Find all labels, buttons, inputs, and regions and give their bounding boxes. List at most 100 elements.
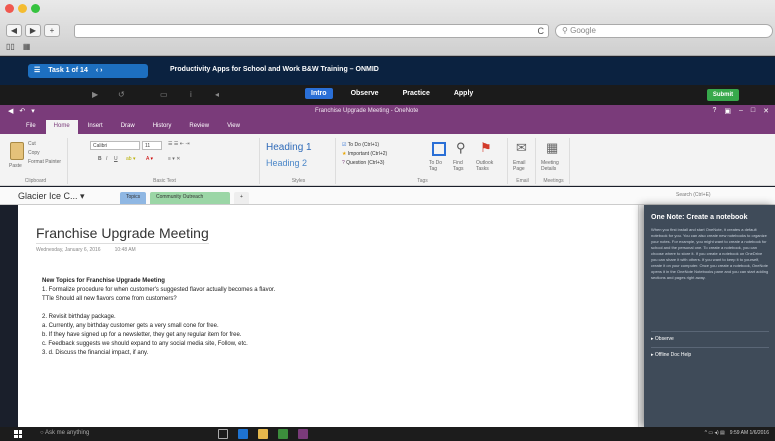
cut-button[interactable]: Cut [28,141,36,147]
grid-icon[interactable]: ▦ [23,42,31,51]
tag-important[interactable]: ★ Important (Ctrl+2) [342,151,387,157]
flag-icon[interactable]: ⚑ [480,140,494,155]
font-color-icon[interactable]: A ▾ [146,156,153,162]
italic-icon[interactable]: I [106,156,107,162]
note-line[interactable]: c. Feedback suggests we should expand to… [42,340,275,349]
notebook-dropdown[interactable]: Glacier Ice C... ▾ [18,191,85,202]
format-painter-button[interactable]: Format Painter [28,159,61,165]
sidebar-icon[interactable]: ▯▯ [6,42,15,51]
new-tab-button[interactable]: + [44,24,60,37]
highlight-icon[interactable]: ab ▾ [126,156,135,162]
search-icon: ⚲ [562,26,571,35]
minimize-window-button[interactable] [18,4,27,13]
list-icons[interactable]: ☰ ☰ ⇤ ⇥ [168,141,190,147]
tab-view[interactable]: View [219,120,248,134]
windows-start-icon[interactable] [14,430,22,438]
tab-insert[interactable]: Insert [80,120,111,134]
offline-help-link[interactable]: ▸ Offline Doc Help [651,352,691,358]
captions-icon[interactable]: ▭ [160,90,168,99]
zoom-window-button[interactable] [31,4,40,13]
instruction-title: One Note: Create a notebook [651,214,748,221]
cortana-search[interactable]: ○ Ask me anything [40,430,89,436]
maximize-icon[interactable]: □ [751,107,755,115]
volume-icon[interactable]: ◂ [215,90,219,99]
font-size-select[interactable]: 11 [142,141,162,150]
edge-icon[interactable] [238,429,248,439]
rewind-icon[interactable]: ↺ [118,90,125,99]
play-icon[interactable]: ▶ [92,90,98,99]
email-page-button[interactable]: Email Page [513,160,533,172]
outlook-tasks-button[interactable]: Outlook Tasks [476,160,502,172]
find-tags-button[interactable]: Find Tags [453,160,473,172]
meeting-details-button[interactable]: Meeting Details [541,160,569,172]
task-counter[interactable]: ☰ Task 1 of 14 ‹ › [28,64,148,78]
note-line[interactable]: a. Currently, any birthday customer gets… [42,322,275,331]
note-line[interactable]: TTle Should all new flavors come from cu… [42,295,275,304]
note-line[interactable]: b. If they have signed up for a newslett… [42,331,275,340]
forward-button[interactable]: ▶ [25,24,41,37]
copy-button[interactable]: Copy [28,150,40,156]
close-window-button[interactable] [5,4,14,13]
page-title[interactable]: Franchise Upgrade Meeting [36,225,209,244]
bold-icon[interactable]: B [98,156,102,162]
tag-important-label: Important (Ctrl+2) [347,151,388,157]
file-explorer-icon[interactable] [258,429,268,439]
restore-icon[interactable]: ▣ [724,107,731,115]
basic-text-group: Calibri 11 ☰ ☰ ⇤ ⇥ B I U ab ▾ A ▾ ≡ ▾ ✕ … [70,138,260,184]
tab-practice[interactable]: Practice [397,88,436,99]
submit-button[interactable]: Submit [707,89,739,101]
undo-icon[interactable]: ↶ [19,107,25,115]
observe-link[interactable]: ▸ Observe [651,336,674,342]
search-input[interactable]: ⚲ Google [555,24,773,38]
store-icon[interactable] [278,429,288,439]
tag-todo[interactable]: ☑ To Do (Ctrl+1) [342,142,379,148]
tab-home[interactable]: Home [45,120,78,134]
font-select[interactable]: Calibri [90,141,140,150]
address-bar[interactable]: C [74,24,549,38]
tab-apply[interactable]: Apply [448,88,479,99]
close-icon[interactable]: ✕ [763,107,769,115]
info-icon[interactable]: i [190,90,192,99]
email-icon[interactable]: ✉ [516,140,530,155]
back-button[interactable]: ◀ [6,24,22,37]
help-icon[interactable]: ? [712,107,716,115]
note-line[interactable]: 2. Revisit birthday package. [42,313,275,322]
paste-label[interactable]: Paste [9,163,22,169]
search-notes-input[interactable]: Search (Ctrl+E) [676,192,711,198]
section-tab-community[interactable]: Community Outreach [150,192,230,204]
heading2-style[interactable]: Heading 2 [266,158,307,168]
tab-file[interactable]: File [18,120,44,134]
tab-observe[interactable]: Observe [345,88,385,99]
back-icon[interactable]: ◀ [8,107,13,115]
clock[interactable]: 9:59 AM 1/6/2016 [730,430,769,436]
todo-tag-icon[interactable] [432,142,446,156]
note-line[interactable]: 1. Formalize procedure for when customer… [42,286,275,295]
find-tags-icon[interactable]: ⚲ [456,140,470,155]
tray-icons[interactable]: ^ ▭ ◂) ▤ [705,430,725,436]
task-view-icon[interactable] [218,429,228,439]
page-date: Wednesday, January 6, 2016 [36,247,101,253]
align-icon[interactable]: ≡ ▾ ✕ [168,156,180,162]
reload-icon[interactable]: C [538,26,545,36]
note-line[interactable]: 3. d. Discuss the financial impact, if a… [42,349,275,358]
tag-question[interactable]: ? Question (Ctrl+3) [342,160,384,166]
customize-icon[interactable]: ▾ [31,107,35,115]
tab-history[interactable]: History [145,120,180,134]
section-tab-topics[interactable]: Topics [120,192,147,204]
calendar-icon[interactable]: ▦ [546,140,560,155]
underline-icon[interactable]: U [114,156,118,162]
notes-heading[interactable]: New Topics for Franchise Upgrade Meeting [42,277,275,286]
todo-tag-button[interactable]: To Do Tag [429,160,449,172]
note-container[interactable]: New Topics for Franchise Upgrade Meeting… [42,277,275,358]
tab-intro[interactable]: Intro [305,88,333,99]
tab-draw[interactable]: Draw [113,120,143,134]
heading1-style[interactable]: Heading 1 [266,142,312,153]
tab-review[interactable]: Review [181,120,217,134]
note-line[interactable] [42,304,275,313]
paste-icon[interactable] [10,142,24,160]
page-canvas[interactable]: Franchise Upgrade Meeting Wednesday, Jan… [18,205,638,427]
task-nav-icon[interactable]: ‹ › [96,64,103,78]
onenote-icon[interactable] [298,429,308,439]
add-section-button[interactable]: + [234,192,249,204]
minimize-icon[interactable]: – [739,107,743,115]
